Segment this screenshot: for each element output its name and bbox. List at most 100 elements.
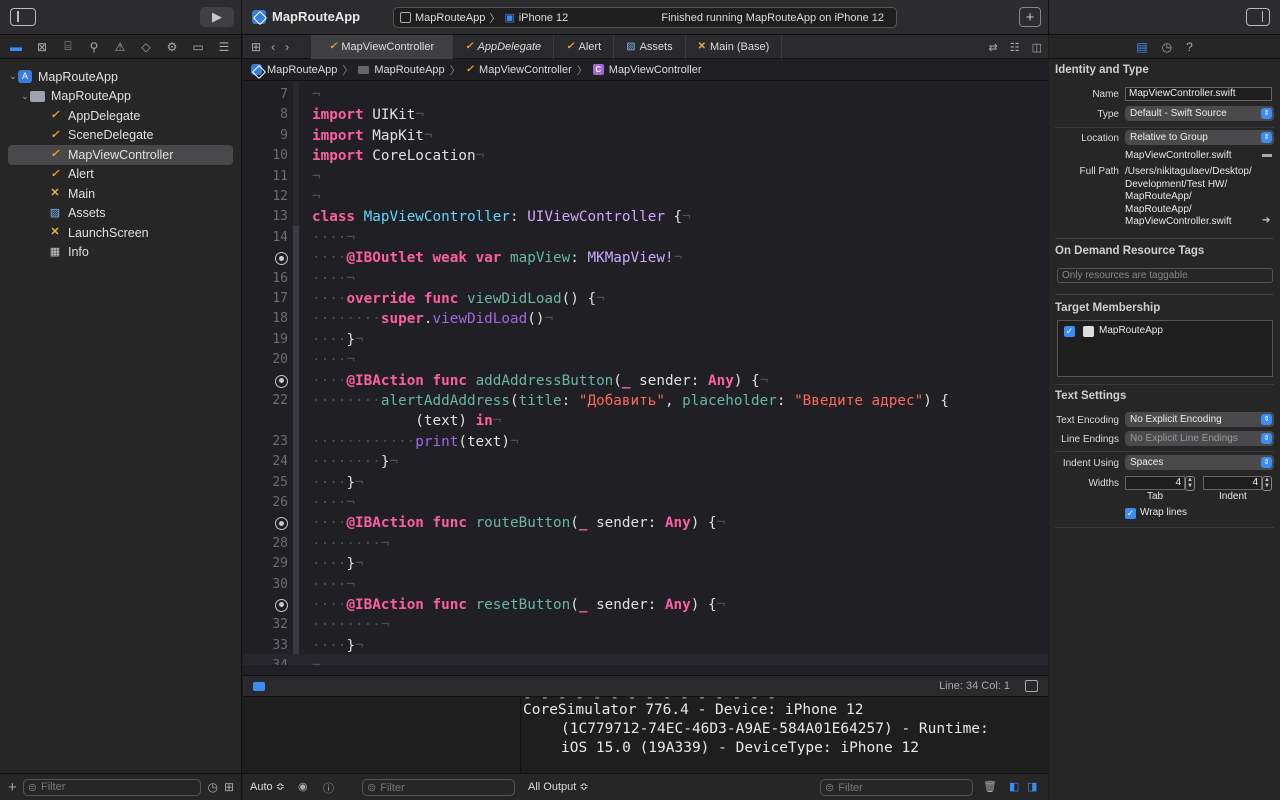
scheme-title[interactable]: MapRouteApp [252,9,360,24]
warning-icon[interactable]: ⚠ [111,40,129,54]
code-line: ¬ [312,87,321,103]
type-popup[interactable]: Default - Swift Source ⇕ [1125,106,1274,121]
action-connection-icon[interactable] [275,374,288,388]
editor-options-icon[interactable]: ☷ [1010,41,1020,54]
tab-assets[interactable]: ▨ Assets [614,34,686,59]
tree-item-launchscreen[interactable]: ✕ LaunchScreen [8,223,233,243]
activity-view[interactable]: MapRouteApp 〉 ▣ iPhone 12 Finished runni… [393,7,897,28]
history-icon[interactable]: ◷ [1162,40,1172,54]
code-line: (text) in¬ [312,413,502,430]
outlet-connection-icon[interactable] [275,252,288,265]
tab-alert[interactable]: ✓ Alert [554,34,615,59]
tab-appdelegate[interactable]: ✓ AppDelegate [453,34,555,59]
breadcrumb-item[interactable]: MapViewController [479,64,572,76]
tree-item-main[interactable]: ✕ Main [8,184,233,204]
tree-item-scenedelegate[interactable]: ✓ SceneDelegate [8,126,233,146]
indent-width-field[interactable]: 4 [1203,476,1262,490]
line-number: 28 [272,535,288,551]
divider [1055,294,1274,295]
search-icon[interactable]: ⚲ [85,40,103,54]
checkbox-checked-icon[interactable]: ✓ [1064,326,1075,337]
tree-item-project[interactable]: ⌄ A MapRouteApp [8,67,233,87]
show-variables-icon[interactable]: ◧ [1009,780,1019,793]
info-icon[interactable]: ⓘ [323,780,334,796]
tree-item-appdelegate[interactable]: ✓ AppDelegate [8,106,233,126]
report-icon[interactable]: ☰ [215,40,233,54]
action-connection-icon[interactable] [275,598,288,612]
tab-main[interactable]: ✕ Main (Base) [686,34,783,59]
line-endings-popup[interactable]: No Explicit Line Endings ⇕ [1125,431,1274,446]
related-items-icon[interactable]: ⇄ [989,41,998,54]
console-filter-input[interactable]: ⊜ Filter [820,779,973,796]
grid-icon[interactable]: ⊞ [251,40,261,54]
section-title: On Demand Resource Tags [1055,245,1205,257]
breadcrumb-item[interactable]: MapRouteApp [374,64,444,76]
variables-filter-input[interactable]: ⊜ Filter [362,779,515,796]
debug-area-toggle-icon[interactable] [253,682,265,691]
disclosure-icon[interactable]: ⌄ [8,71,18,82]
output-popup[interactable]: All Output ≎ [528,780,589,793]
file-icon[interactable]: ▤ [1136,40,1147,54]
minimap-toggle-icon[interactable] [1025,680,1038,692]
indent-using-popup[interactable]: Spaces ⇕ [1125,455,1274,470]
tree-item-folder[interactable]: ⌄ MapRouteApp [8,87,233,107]
show-console-icon[interactable]: ◨ [1027,780,1037,793]
recent-files-icon[interactable]: ◷ [207,780,217,794]
folder-icon[interactable]: ▬ [1262,149,1272,160]
filter-icon: ⊜ [367,782,377,794]
divider [1055,384,1274,385]
code-line: ············print(text)¬ [312,433,519,450]
library-plus-button[interactable]: + [1019,7,1041,27]
test-icon[interactable]: ◇ [137,40,155,54]
line-number: 13 [272,209,288,225]
navigator-filter-input[interactable]: ⊜ Filter [22,778,202,796]
device-selector[interactable]: iPhone 12 [519,12,569,24]
file-tree: ⌄ A MapRouteApp ⌄ MapRouteApp ✓ AppDeleg… [0,59,241,262]
line-number: 17 [272,291,288,306]
split-editor-icon[interactable]: ◫ [1032,41,1042,54]
breadcrumb-item[interactable]: MapViewController [609,64,702,76]
name-field[interactable]: MapViewController.swift [1125,87,1272,101]
tree-item-alert[interactable]: ✓ Alert [8,165,233,185]
encoding-popup[interactable]: No Explicit Encoding ⇕ [1125,412,1274,427]
divider [1055,127,1274,128]
tree-item-mapviewcontroller[interactable]: ✓ MapViewController [8,145,233,165]
back-icon[interactable]: ‹ [271,40,275,54]
checkbox-checked-icon[interactable]: ✓ [1125,508,1136,519]
symbol-icon[interactable]: ⌸ [59,39,77,54]
add-icon[interactable]: + [8,779,17,796]
breadcrumb-item[interactable]: MapRouteApp [267,64,337,76]
navigator-toggle-icon[interactable] [10,8,36,26]
divider [1055,238,1274,239]
code-area[interactable]: 7 8 9 10 11 12 13 14 15 16 17 18 19 20 2… [243,82,1048,665]
disclosure-icon[interactable]: ⌄ [20,91,30,102]
console-line: (1C779712-74EC-46D3-A9AE-584A01E64257) -… [561,721,989,737]
reveal-arrow-icon[interactable]: ➔ [1262,215,1270,226]
tree-item-assets[interactable]: ▨ Assets [8,204,233,224]
tab-mapviewcontroller[interactable]: ✓ MapViewController [311,34,454,59]
trash-icon[interactable]: 🗑 [983,780,997,793]
tab-width-stepper[interactable]: ▲ ▼ [1185,476,1195,491]
tab-width-field[interactable]: 4 [1125,476,1185,490]
indent-width-stepper[interactable]: ▲ ▼ [1262,476,1272,491]
scheme-selector[interactable]: MapRouteApp [415,12,485,24]
folder-icon[interactable]: ▬ [7,40,25,54]
breakpoint-icon[interactable]: ▭ [189,40,207,54]
forward-icon[interactable]: › [285,40,289,54]
line-number: 32 [272,617,288,633]
divider [1055,451,1274,452]
help-icon[interactable]: ? [1186,40,1193,54]
inspector-toggle-icon[interactable] [1246,8,1270,26]
auto-scope-popup[interactable]: Auto ≎ [250,780,285,793]
show-changed-icon[interactable]: ⊞ [224,780,234,794]
tree-item-label: Main [68,186,96,201]
code-line: import CoreLocation¬ [312,148,485,165]
location-popup[interactable]: Relative to Group ⇕ [1125,130,1274,145]
source-control-icon[interactable]: ⊠ [33,40,51,54]
code-line: ····¬ [312,495,356,511]
run-button[interactable]: ▶ [200,7,234,27]
eye-icon[interactable]: ◉ [298,780,308,793]
tree-item-info[interactable]: ▦ Info [8,243,233,263]
resource-tags-field[interactable]: Only resources are taggable [1057,268,1273,283]
debug-icon[interactable]: ⚙ [163,40,181,54]
